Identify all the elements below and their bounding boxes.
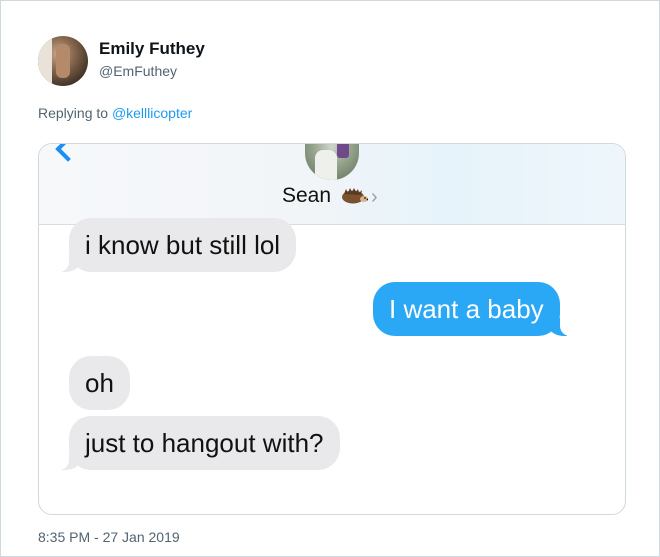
- tweet-card: Emily Futhey @EmFuthey Replying to @kell…: [0, 0, 660, 557]
- message-bubble-incoming: just to hangout with?: [59, 416, 340, 470]
- replying-prefix: Replying to: [38, 105, 112, 121]
- message-text: i know but still lol: [85, 230, 281, 260]
- message-bubble-outgoing: I want a baby: [373, 282, 570, 336]
- message-text: just to hangout with?: [85, 428, 324, 458]
- replying-to: Replying to @kelllicopter: [38, 105, 192, 121]
- author-handle[interactable]: @EmFuthey: [99, 63, 177, 79]
- contact-avatar[interactable]: [305, 144, 359, 180]
- replying-mention-link[interactable]: @kelllicopter: [112, 105, 192, 121]
- message-bubble-incoming: i know but still lol: [58, 218, 297, 272]
- screenshot-media[interactable]: Sean › i know but still lol I want a bab…: [38, 143, 626, 515]
- contact-name[interactable]: Sean: [282, 184, 331, 208]
- tweet-timestamp[interactable]: 8:35 PM - 27 Jan 2019: [38, 529, 180, 545]
- imessage-header: Sean ›: [39, 144, 625, 225]
- back-chevron-icon[interactable]: [55, 144, 81, 162]
- hedgehog-emoji-icon: [342, 188, 368, 204]
- author-name[interactable]: Emily Futhey: [99, 39, 205, 59]
- message-text: oh: [85, 368, 114, 398]
- message-text: I want a baby: [389, 294, 544, 324]
- chevron-right-icon[interactable]: ›: [371, 186, 378, 209]
- author-avatar[interactable]: [38, 36, 88, 86]
- message-bubble-incoming: oh: [69, 356, 130, 410]
